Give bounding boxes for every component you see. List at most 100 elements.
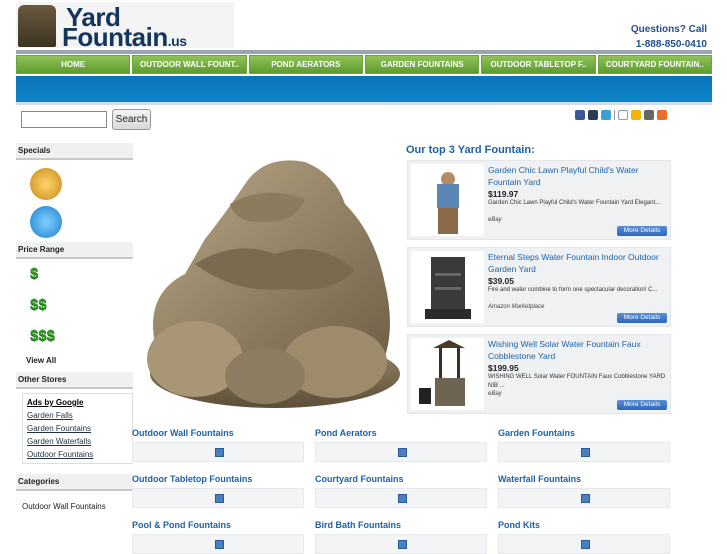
category-block: Outdoor Wall Fountains <box>132 428 304 462</box>
product-image[interactable] <box>411 338 484 410</box>
category-image[interactable] <box>132 488 304 508</box>
myspace-icon[interactable] <box>588 110 598 120</box>
category-title-link[interactable]: Waterfall Fountains <box>498 474 670 488</box>
category-image[interactable] <box>498 442 670 462</box>
category-block: Garden Fountains <box>498 428 670 462</box>
nav-outdoor-wall-fountains[interactable]: OUTDOOR WALL FOUNT.. <box>132 55 247 74</box>
more-details-button[interactable]: More Details <box>617 226 667 236</box>
category-image[interactable] <box>132 534 304 554</box>
category-title-link[interactable]: Outdoor Tabletop Fountains <box>132 474 304 488</box>
category-block: Pond Kits <box>498 520 670 554</box>
category-block: Courtyard Fountains <box>315 474 487 508</box>
category-link[interactable]: Outdoor Wall Fountains <box>16 491 133 511</box>
ad-link-garden-fountains[interactable]: Garden Fountains <box>27 422 128 435</box>
more-details-button[interactable]: More Details <box>617 313 667 323</box>
product-card: Garden Chic Lawn Playful Child's Water F… <box>407 160 671 240</box>
product-price: $119.97 <box>488 189 519 199</box>
blue-banner <box>16 76 712 102</box>
broken-image-icon <box>215 448 224 457</box>
logo-word: Fountain <box>62 22 168 52</box>
category-title-link[interactable]: Pool & Pond Fountains <box>132 520 304 534</box>
category-title-link[interactable]: Garden Fountains <box>498 428 670 442</box>
product-source: eBay <box>488 391 502 397</box>
hero-fountain-image[interactable] <box>135 144 400 410</box>
best-price-badge-icon[interactable] <box>30 206 62 238</box>
product-source: eBay <box>488 217 502 223</box>
nav-home[interactable]: HOME <box>16 55 131 74</box>
category-image[interactable] <box>498 534 670 554</box>
price-range-heading: Price Range <box>16 242 133 259</box>
wishing-well-icon <box>419 340 465 406</box>
site-logo[interactable]: Yard Fountain.us <box>16 2 234 52</box>
price-low-link[interactable]: $ <box>16 259 133 290</box>
mail-icon[interactable] <box>618 110 628 120</box>
product-price: $199.95 <box>488 363 519 373</box>
fountain-logo-icon <box>18 5 56 47</box>
category-block: Pool & Pond Fountains <box>132 520 304 554</box>
category-image[interactable] <box>498 488 670 508</box>
search-button[interactable]: Search <box>112 109 151 130</box>
category-image[interactable] <box>315 442 487 462</box>
product-source: Amazon Marketplace <box>488 304 545 310</box>
logo-tld: .us <box>167 33 187 49</box>
header-divider <box>16 50 712 54</box>
categories-heading: Categories <box>16 474 133 491</box>
category-title-link[interactable]: Courtyard Fountains <box>315 474 487 488</box>
nav-garden-fountains[interactable]: GARDEN FOUNTAINS <box>364 55 480 74</box>
add-icon[interactable] <box>657 110 667 120</box>
nav-outdoor-tabletop[interactable]: OUTDOOR TABLETOP F.. <box>481 55 596 74</box>
product-title-link[interactable]: Eternal Steps Water Fountain Indoor Outd… <box>488 251 668 275</box>
child-fountain-icon <box>437 172 459 234</box>
product-title-link[interactable]: Garden Chic Lawn Playful Child's Water F… <box>488 164 668 188</box>
category-block: Bird Bath Fountains <box>315 520 487 554</box>
top3-title: Our top 3 Yard Fountain: <box>406 144 535 156</box>
share-separator <box>614 110 615 120</box>
category-block: Outdoor Tabletop Fountains <box>132 474 304 508</box>
specials-badges <box>16 160 133 242</box>
more-details-button[interactable]: More Details <box>617 400 667 410</box>
logo-line2: Fountain.us <box>62 22 187 53</box>
price-high-link[interactable]: $$$ <box>16 321 133 352</box>
ads-heading[interactable]: Ads by Google <box>27 396 128 409</box>
facebook-icon[interactable] <box>575 110 585 120</box>
other-stores-heading: Other Stores <box>16 372 133 389</box>
ad-link-garden-falls[interactable]: Garden Falls <box>27 409 128 422</box>
specials-heading: Specials <box>16 143 133 160</box>
ad-link-outdoor-fountains[interactable]: Outdoor Fountains <box>27 448 128 461</box>
category-image[interactable] <box>132 442 304 462</box>
broken-image-icon <box>215 494 224 503</box>
rock-fountain-image <box>147 160 400 408</box>
product-card: Wishing Well Solar Water Fountain Faux C… <box>407 334 671 414</box>
category-image[interactable] <box>315 534 487 554</box>
category-block: Pond Aerators <box>315 428 487 462</box>
product-title-link[interactable]: Wishing Well Solar Water Fountain Faux C… <box>488 338 668 362</box>
favorites-icon[interactable] <box>631 110 641 120</box>
product-description: WISHING WELL Solar Water FOUNTAIN Faux C… <box>488 374 666 389</box>
print-icon[interactable] <box>644 110 654 120</box>
product-image[interactable] <box>411 164 484 236</box>
category-title-link[interactable]: Outdoor Wall Fountains <box>132 428 304 442</box>
sidebar: Specials Price Range $ $$ $$$ View All O… <box>16 143 133 511</box>
nav-pond-aerators[interactable]: POND AERATORS <box>248 55 363 74</box>
broken-image-icon <box>398 494 407 503</box>
best-seller-badge-icon[interactable] <box>30 168 62 200</box>
broken-image-icon <box>581 448 590 457</box>
category-image[interactable] <box>315 488 487 508</box>
product-image[interactable] <box>411 251 484 323</box>
price-mid-link[interactable]: $$ <box>16 290 133 321</box>
category-title-link[interactable]: Pond Aerators <box>315 428 487 442</box>
ad-link-garden-waterfalls[interactable]: Garden Waterfalls <box>27 435 128 448</box>
contact-label: Questions? Call <box>630 24 707 35</box>
product-card: Eternal Steps Water Fountain Indoor Outd… <box>407 247 671 327</box>
broken-image-icon <box>398 448 407 457</box>
banner-divider <box>16 102 712 105</box>
category-title-link[interactable]: Pond Kits <box>498 520 670 534</box>
view-all-link[interactable]: View All <box>16 352 133 372</box>
category-title-link[interactable]: Bird Bath Fountains <box>315 520 487 534</box>
nav-courtyard-fountains[interactable]: COURTYARD FOUNTAIN.. <box>597 55 712 74</box>
product-description: Garden Chic Lawn Playful Child's Water F… <box>488 200 661 206</box>
contact-info: Questions? Call 1-888-850-0410 <box>631 22 707 52</box>
google-ads-box: Ads by Google Garden Falls Garden Founta… <box>22 393 133 464</box>
twitter-icon[interactable] <box>601 110 611 120</box>
search-input[interactable] <box>21 111 107 128</box>
